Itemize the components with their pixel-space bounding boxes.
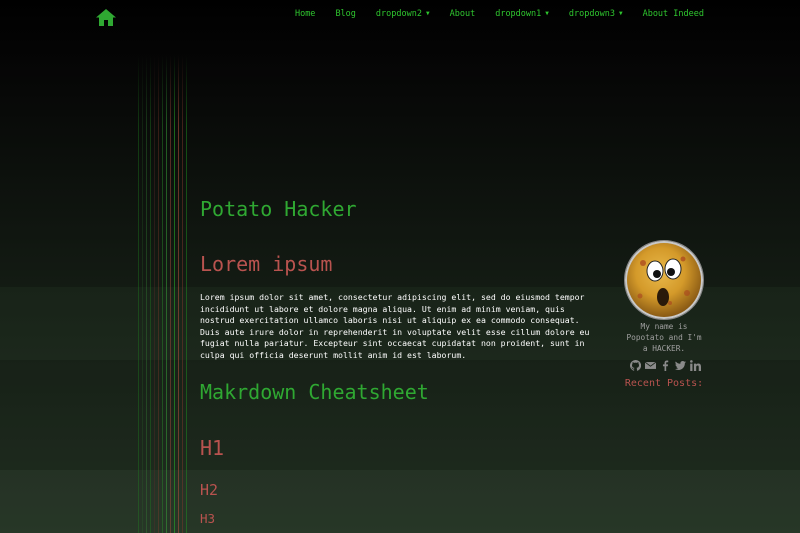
post-heading: Lorem ipsum bbox=[200, 252, 333, 276]
home-icon[interactable] bbox=[96, 9, 116, 26]
nav-item-label: About Indeed bbox=[642, 9, 704, 19]
h1-demo-heading: H1 bbox=[200, 436, 225, 460]
matrix-streak bbox=[166, 55, 167, 533]
caret-down-icon: ▼ bbox=[425, 10, 430, 17]
nav-item-about-indeed[interactable]: About Indeed bbox=[643, 9, 704, 19]
nav-item-label: Home bbox=[294, 9, 316, 19]
nav-menu: Home Blog dropdown2 ▼ About dropdown1 ▼ dr… bbox=[275, 9, 704, 19]
matrix-streaks-decoration bbox=[138, 55, 190, 533]
nav-item-label: About bbox=[449, 9, 476, 19]
matrix-streak bbox=[142, 55, 143, 533]
linkedin-icon[interactable] bbox=[689, 360, 701, 371]
matrix-streak bbox=[162, 55, 163, 533]
h3-demo-heading: H3 bbox=[200, 511, 216, 526]
avatar bbox=[624, 240, 704, 320]
nav-item-label: Blog bbox=[335, 9, 356, 19]
top-navbar: Home Blog dropdown2 ▼ About dropdown1 ▼ dr… bbox=[0, 0, 800, 30]
potato-avatar-image bbox=[625, 241, 703, 319]
nav-item-home[interactable]: Home bbox=[295, 9, 315, 19]
caret-down-icon: ▼ bbox=[545, 10, 549, 17]
nav-item-dropdown1[interactable]: dropdown1 ▼ bbox=[495, 9, 549, 19]
cheatsheet-heading: Makrdown Cheatsheet bbox=[200, 380, 429, 404]
matrix-streak bbox=[146, 55, 147, 533]
matrix-streak bbox=[186, 55, 187, 533]
matrix-streak bbox=[174, 55, 175, 533]
post-body-text: Lorem ipsum dolor sit amet, consectetur … bbox=[200, 292, 590, 360]
matrix-streak bbox=[170, 55, 171, 533]
background-band bbox=[0, 470, 800, 533]
nav-item-label: dropdown1 bbox=[495, 9, 542, 19]
matrix-streak bbox=[158, 55, 159, 533]
twitter-icon[interactable] bbox=[674, 360, 686, 371]
nav-item-blog[interactable]: Blog bbox=[335, 9, 355, 19]
caret-down-icon: ▼ bbox=[618, 10, 623, 17]
h2-demo-heading: H2 bbox=[200, 481, 219, 499]
matrix-streak bbox=[150, 55, 151, 533]
nav-item-label: dropdown3 bbox=[568, 9, 615, 19]
social-links bbox=[628, 360, 702, 371]
site-title: Potato Hacker bbox=[200, 197, 357, 221]
background-band bbox=[0, 360, 800, 470]
matrix-streak bbox=[182, 55, 183, 533]
nav-item-about[interactable]: About bbox=[450, 9, 476, 19]
recent-posts-heading: Recent Posts: bbox=[624, 378, 704, 389]
nav-item-label: dropdown2 bbox=[375, 9, 422, 19]
matrix-streak bbox=[178, 55, 179, 533]
matrix-streak bbox=[154, 55, 155, 533]
email-icon[interactable] bbox=[644, 360, 656, 371]
nav-item-dropdown3[interactable]: dropdown3 ▼ bbox=[569, 9, 623, 19]
author-bio: My name is Popotato and I'm a HACKER. bbox=[626, 322, 702, 353]
matrix-streak bbox=[138, 55, 139, 533]
github-icon[interactable] bbox=[629, 360, 641, 371]
facebook-icon[interactable] bbox=[660, 360, 671, 371]
nav-item-dropdown2[interactable]: dropdown2 ▼ bbox=[376, 9, 430, 19]
